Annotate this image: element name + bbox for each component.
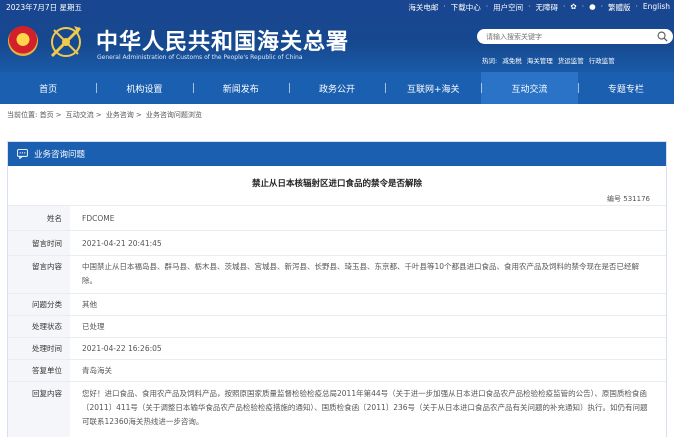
- site-subtitle: General Administration of Customs of the…: [97, 54, 303, 61]
- weibo-icon[interactable]: ✿: [570, 2, 576, 13]
- breadcrumb-label: 当前位置:: [7, 111, 38, 119]
- hot-word-link[interactable]: 货运监管: [558, 55, 584, 65]
- field-label: 问题分类: [8, 294, 70, 315]
- breadcrumb-link-consultation[interactable]: 业务咨询: [106, 111, 134, 119]
- hot-word-link[interactable]: 行政监管: [589, 55, 615, 65]
- breadcrumb-current: 业务咨询问题浏览: [145, 111, 202, 119]
- nav-home[interactable]: 首页: [0, 72, 96, 104]
- search-icon[interactable]: [657, 31, 668, 42]
- main-nav: 首页 机构设置 新闻发布 政务公开 互联网+海关 互动交流 专题专栏: [0, 72, 674, 104]
- top-link-download[interactable]: 下载中心: [451, 2, 481, 13]
- serial-number: 编号 531176: [607, 195, 650, 203]
- current-date: 2023年7月7日 星期五: [6, 3, 83, 12]
- nav-news[interactable]: 新闻发布: [192, 72, 289, 104]
- panel-header: 业务咨询问题: [8, 142, 666, 166]
- consultation-panel: 业务咨询问题 禁止从日本核辐射区进口食品的禁令是否解除 编号 531176 姓名…: [7, 141, 667, 437]
- field-label: 留言内容: [8, 256, 70, 293]
- breadcrumb-link-interaction[interactable]: 互动交流: [66, 111, 94, 119]
- national-emblem-logo[interactable]: [8, 26, 38, 56]
- field-value: 中国禁止从日本福岛县、群马县、栃木县、茨城县、宫城县、新泻县、长野县、琦玉县、东…: [82, 262, 640, 285]
- question-title: 禁止从日本核辐射区进口食品的禁令是否解除: [251, 179, 422, 189]
- field-row-message-content: 留言内容 中国禁止从日本福岛县、群马县、栃木县、茨城县、宫城县、新泻县、长野县、…: [8, 255, 666, 293]
- field-value: 已处理: [82, 322, 105, 331]
- field-label: 处理状态: [8, 316, 70, 337]
- field-value: 青岛海关: [82, 366, 112, 375]
- top-link-traditional[interactable]: 繁體版: [608, 2, 631, 13]
- field-label: 留言时间: [8, 231, 70, 255]
- nav-government-affairs[interactable]: 政务公开: [288, 72, 385, 104]
- field-row-reply-content: 回复内容 您好！进口食品、食用农产品及饲料产品，按照原国家质量监督检验检疫总局2…: [8, 381, 666, 437]
- field-row-process-time: 处理时间 2021-04-22 16:26:05: [8, 337, 666, 359]
- site-header: 2023年7月7日 星期五 海关电邮 · 下载中心 · 用户空间 · 无障碍 · ✿ · …: [0, 0, 674, 72]
- site-title[interactable]: 中华人民共和国海关总署: [96, 24, 349, 56]
- hot-words: 热词: 减免税 海关管理 货运监管 行政监管: [482, 55, 615, 65]
- hot-word-link[interactable]: 海关管理: [527, 55, 553, 65]
- field-row-reply-unit: 答复单位 青岛海关: [8, 359, 666, 381]
- field-label: 回复内容: [8, 382, 70, 437]
- field-value: FDCOME: [82, 214, 115, 223]
- search-input[interactable]: [486, 31, 646, 42]
- field-row-message-time: 留言时间 2021-04-21 20:41:45: [8, 230, 666, 255]
- field-row-status: 处理状态 已处理: [8, 315, 666, 337]
- field-label: 答复单位: [8, 360, 70, 381]
- search-box: [477, 29, 673, 44]
- breadcrumb: 当前位置: 首页 > 互动交流 > 业务咨询 > 业务咨询问题浏览: [7, 111, 202, 119]
- field-row-category: 问题分类 其他: [8, 293, 666, 315]
- breadcrumb-link-home[interactable]: 首页: [40, 111, 54, 119]
- top-link-accessibility[interactable]: 无障碍: [536, 2, 559, 13]
- customs-emblem-logo[interactable]: [44, 22, 88, 62]
- top-link-english[interactable]: English: [643, 2, 670, 13]
- nav-organization[interactable]: 机构设置: [96, 72, 192, 104]
- nav-special-topics[interactable]: 专题专栏: [577, 72, 674, 104]
- nav-interaction[interactable]: 互动交流: [481, 72, 578, 104]
- field-value: 2021-04-21 20:41:45: [82, 239, 162, 248]
- field-label: 处理时间: [8, 338, 70, 359]
- top-bar: 2023年7月7日 星期五 海关电邮 · 下载中心 · 用户空间 · 无障碍 · ✿ · …: [0, 0, 674, 14]
- wechat-icon[interactable]: ●: [589, 2, 596, 13]
- panel-title: 业务咨询问题: [34, 150, 86, 160]
- hot-word-link[interactable]: 减免税: [502, 55, 522, 65]
- hot-words-label: 热词:: [482, 57, 498, 65]
- field-row-name: 姓名 FDCOME: [8, 205, 666, 230]
- field-value: 您好！进口食品、食用农产品及饲料产品，按照原国家质量监督检验检疫总局2011年第…: [82, 389, 648, 426]
- top-link-user-space[interactable]: 用户空间: [493, 2, 523, 13]
- chat-icon: [17, 149, 28, 159]
- field-label: 姓名: [8, 206, 70, 230]
- nav-internet-plus-customs[interactable]: 互联网+海关: [385, 72, 481, 104]
- field-value: 2021-04-22 16:26:05: [82, 344, 162, 353]
- top-links: 海关电邮 · 下载中心 · 用户空间 · 无障碍 · ✿ · ● · 繁體版 · Englis…: [408, 2, 670, 13]
- top-link-email[interactable]: 海关电邮: [408, 2, 438, 13]
- field-value: 其他: [82, 300, 97, 309]
